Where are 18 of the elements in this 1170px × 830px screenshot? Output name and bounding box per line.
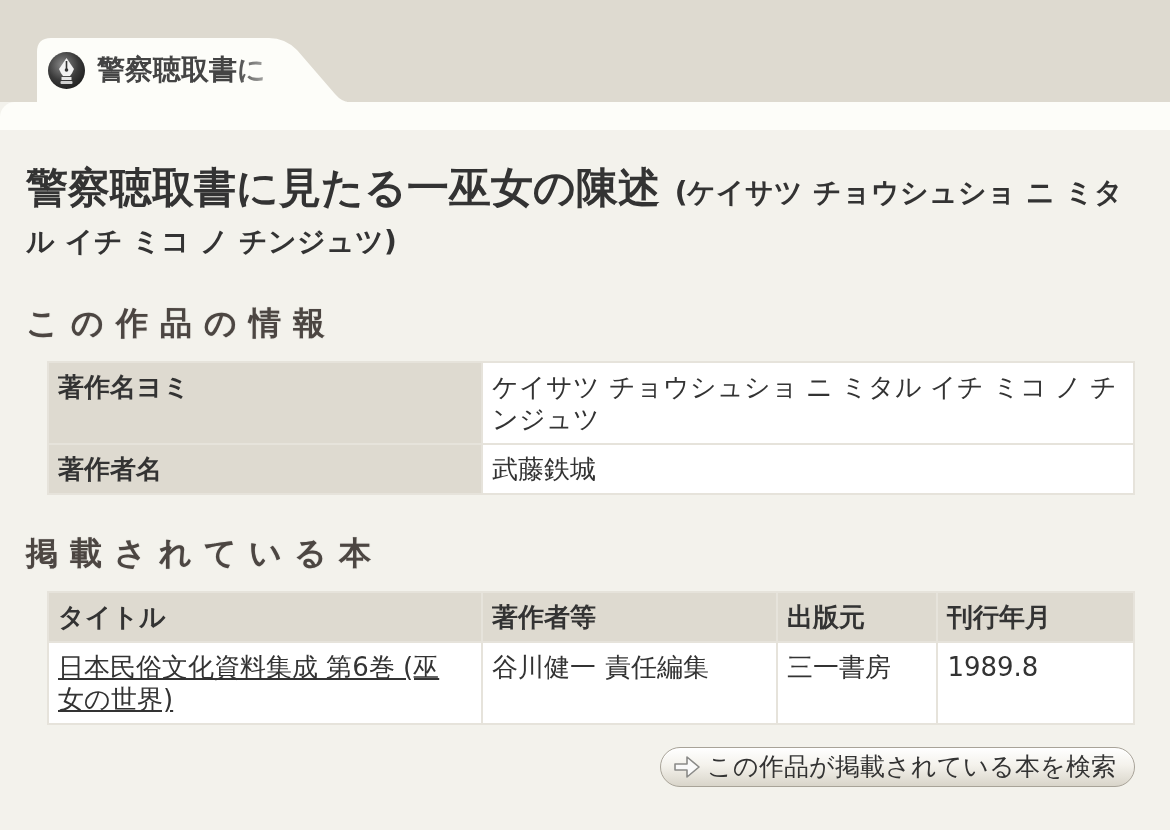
field-label: 著作者名 <box>48 444 483 494</box>
section-heading: この作品の情報 <box>26 303 338 344</box>
work-title: 警察聴取書に見たる一巫女の陳述 (ケイサツ チョウシュショ ニ ミタル イチ ミコ ノ チンジュツ) <box>26 166 1124 260</box>
field-label: 著作名ヨミ <box>48 362 483 444</box>
author-cell: 谷川健一 責任編集 <box>482 642 777 724</box>
section-heading: 掲載されている本 <box>26 533 384 574</box>
column-header: 刊行年月 <box>937 592 1134 642</box>
field-value: ケイサツ チョウシュショ ニ ミタル イチ ミコ ノ チンジュツ <box>482 362 1134 444</box>
arrow-right-icon <box>673 754 701 780</box>
page-tab[interactable]: 警察聴取書に <box>37 38 347 102</box>
search-books-button[interactable]: この作品が掲載されている本を検索 <box>660 747 1135 787</box>
date-cell: 1989.8 <box>937 642 1134 724</box>
pen-nib-icon <box>48 52 85 89</box>
column-header: 著作者等 <box>482 592 777 642</box>
column-header: 出版元 <box>776 592 938 642</box>
field-value: 武藤鉄城 <box>482 444 1134 494</box>
column-header: タイトル <box>48 592 483 642</box>
publisher-cell: 三一書房 <box>776 642 938 724</box>
